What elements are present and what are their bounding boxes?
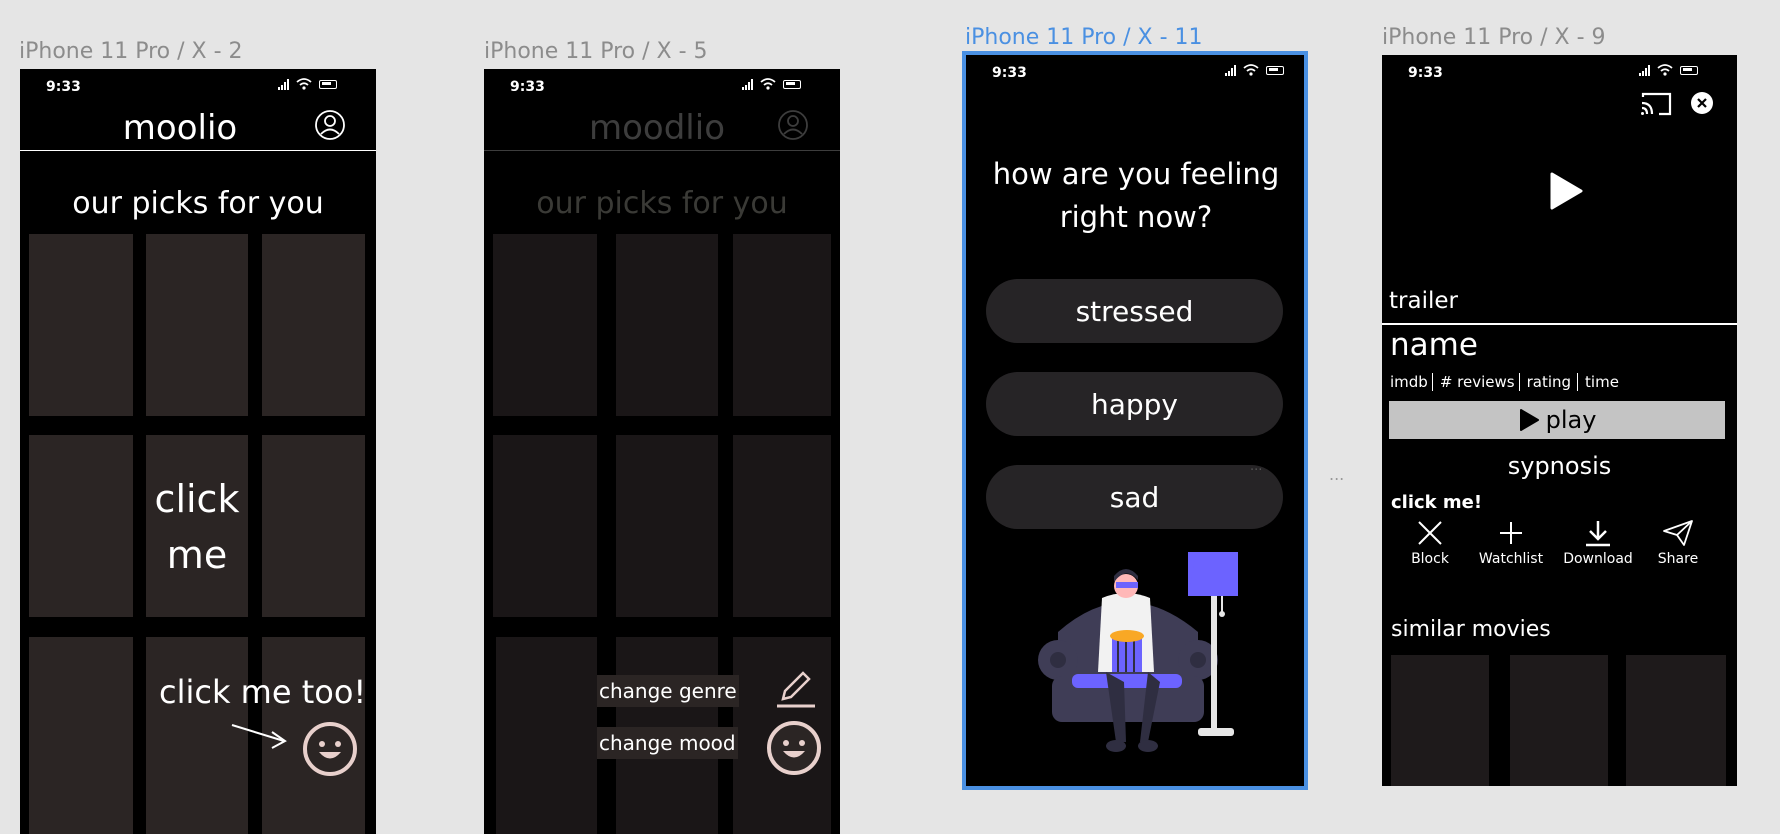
mood-option-stressed[interactable]: stressed	[986, 279, 1283, 343]
trailer-label: trailer	[1389, 288, 1458, 314]
more-icon: ...	[1250, 459, 1263, 474]
meta-rating: rating	[1520, 373, 1579, 391]
wifi-icon	[760, 78, 776, 90]
play-icon	[1519, 409, 1539, 431]
profile-icon[interactable]	[777, 109, 809, 141]
movie-tile[interactable]	[493, 234, 597, 416]
meta-reviews: # reviews	[1433, 373, 1520, 391]
status-icons	[278, 78, 337, 90]
header-divider	[484, 150, 840, 151]
phone-screen-mood-picker: 9:33 how are you feeling right now? stre…	[962, 51, 1308, 790]
signal-icon	[278, 78, 289, 90]
similar-movie-tile[interactable]	[1510, 655, 1608, 786]
watchlist-action[interactable]: Watchlist	[1471, 519, 1551, 567]
movie-tile[interactable]: click me	[146, 435, 248, 617]
pencil-icon[interactable]	[773, 665, 819, 711]
movie-tile[interactable]	[146, 234, 248, 416]
click-me-label: click me!	[1391, 492, 1483, 513]
play-trailer-icon[interactable]	[1548, 171, 1584, 211]
movie-name: name	[1390, 327, 1478, 363]
movie-tile[interactable]	[496, 637, 597, 834]
download-action[interactable]: Download	[1558, 519, 1638, 567]
signal-icon	[1225, 64, 1236, 76]
person-on-couch-illustration	[1038, 552, 1238, 752]
phone-screen-menu-open: 9:33 moodlio our picks for you change ge…	[484, 69, 840, 834]
status-time: 9:33	[1408, 65, 1443, 81]
close-icon[interactable]	[1690, 91, 1714, 115]
click-me-too-label: click me too!	[159, 673, 367, 711]
synopsis-heading[interactable]: sypnosis	[1382, 452, 1737, 480]
battery-icon	[783, 79, 801, 89]
movie-tile[interactable]	[262, 234, 365, 416]
add-icon	[1500, 522, 1522, 544]
click-me-label: click me	[154, 477, 240, 577]
mood-smiley-icon[interactable]	[766, 720, 822, 776]
canvas-ellipsis: ...	[1329, 465, 1345, 484]
wifi-icon	[1657, 64, 1673, 76]
wifi-icon	[1243, 64, 1259, 76]
block-action[interactable]: Block	[1390, 519, 1470, 567]
mood-question: how are you feeling right now?	[992, 157, 1280, 234]
battery-icon	[1680, 65, 1698, 75]
movie-tile[interactable]	[616, 435, 718, 617]
share-label: Share	[1657, 551, 1699, 567]
signal-icon	[742, 78, 753, 90]
status-time: 9:33	[510, 79, 545, 95]
header-divider	[20, 150, 376, 151]
play-label: play	[1545, 406, 1597, 434]
profile-icon[interactable]	[314, 109, 346, 141]
phone-screen-movie-detail: 9:33 trailer name imdb # reviews rating …	[1382, 55, 1737, 786]
movie-tile[interactable]	[29, 435, 133, 617]
wifi-icon	[296, 78, 312, 90]
meta-time: time	[1585, 373, 1619, 391]
status-time: 9:33	[992, 65, 1027, 81]
status-icons	[1639, 64, 1698, 76]
cast-icon[interactable]	[1639, 91, 1673, 117]
movie-meta-row: imdb # reviews rating time	[1390, 373, 1619, 391]
arrow-icon	[231, 724, 287, 749]
meta-imdb: imdb	[1390, 373, 1433, 391]
signal-icon	[1639, 64, 1650, 76]
mood-option-happy[interactable]: happy	[986, 372, 1283, 436]
movie-tile[interactable]	[733, 435, 831, 617]
block-icon	[1418, 521, 1442, 545]
download-label: Download	[1563, 551, 1633, 567]
status-icons	[742, 78, 801, 90]
trailer-divider	[1382, 323, 1737, 325]
frame-label-4[interactable]: iPhone 11 Pro / X - 9	[1382, 25, 1606, 50]
similar-movie-tile[interactable]	[1391, 655, 1489, 786]
section-heading: our picks for you	[72, 186, 324, 221]
mood-smiley-icon[interactable]	[302, 721, 358, 777]
download-icon	[1586, 521, 1610, 547]
phone-screen-home: 9:33 moolio our picks for you click me c…	[20, 69, 376, 834]
send-icon	[1663, 520, 1693, 546]
block-label: Block	[1411, 551, 1449, 567]
movie-tile[interactable]	[262, 435, 365, 617]
movie-tile[interactable]	[493, 435, 597, 617]
frame-label-3[interactable]: iPhone 11 Pro / X - 11	[965, 25, 1203, 50]
watchlist-label: Watchlist	[1478, 551, 1544, 567]
movie-tile[interactable]	[29, 234, 133, 416]
movie-tile[interactable]	[616, 234, 718, 416]
similar-movie-tile[interactable]	[1626, 655, 1726, 786]
share-action[interactable]: Share	[1638, 519, 1718, 567]
battery-icon	[319, 79, 337, 89]
battery-icon	[1266, 65, 1284, 75]
change-mood-button[interactable]: change mood	[597, 727, 738, 759]
play-button[interactable]: play	[1389, 401, 1725, 439]
movie-tile[interactable]	[29, 637, 133, 834]
app-title: moolio	[122, 108, 238, 148]
status-icons	[1225, 64, 1284, 76]
frame-label-1[interactable]: iPhone 11 Pro / X - 2	[19, 39, 243, 64]
mood-option-sad[interactable]: sad	[986, 465, 1283, 529]
similar-movies-heading: similar movies	[1391, 617, 1551, 642]
section-heading: our picks for you	[536, 186, 788, 221]
change-genre-button[interactable]: change genre	[597, 675, 739, 707]
status-time: 9:33	[46, 79, 81, 95]
frame-label-2[interactable]: iPhone 11 Pro / X - 5	[484, 39, 708, 64]
movie-tile[interactable]	[733, 234, 831, 416]
